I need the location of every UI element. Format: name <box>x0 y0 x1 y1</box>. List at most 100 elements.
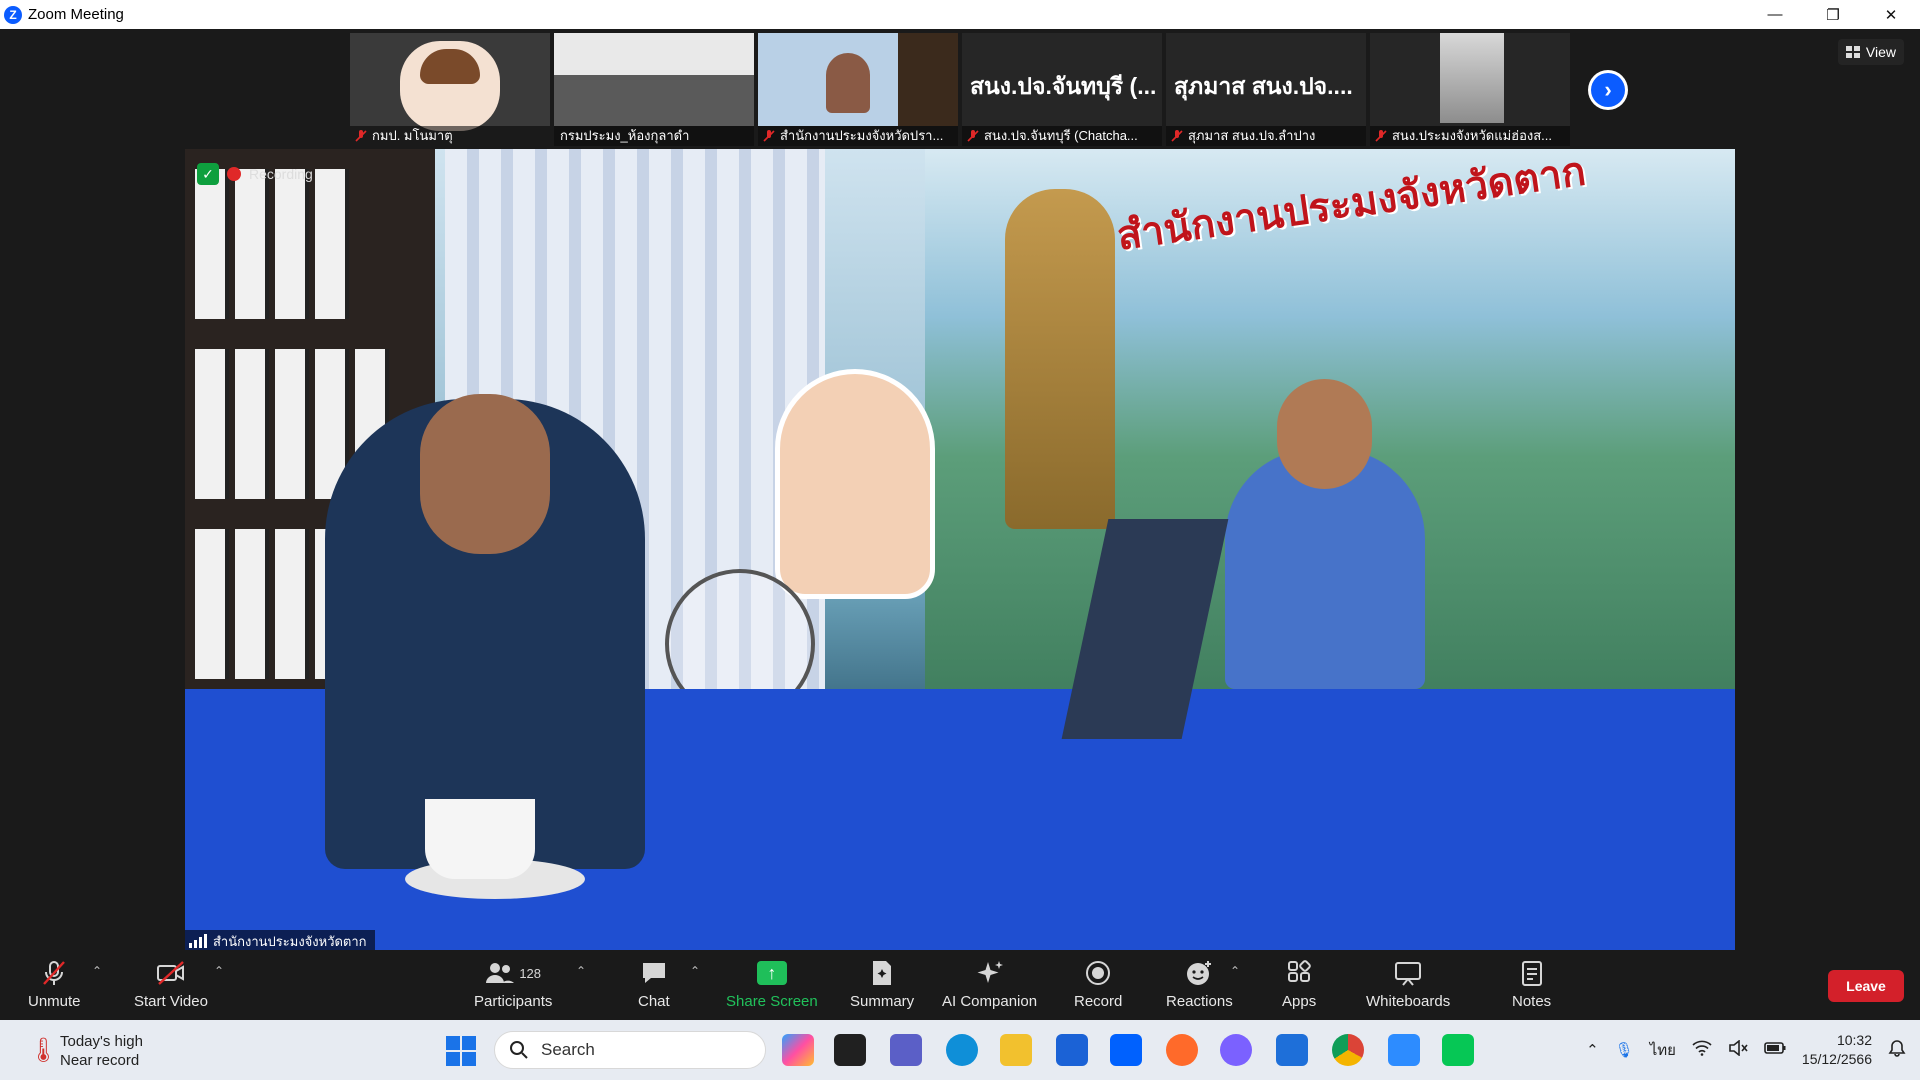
meet-icon[interactable] <box>890 1034 922 1066</box>
participant-name: กรมประมง_ห้องกุลาดำ <box>554 126 754 146</box>
next-page-button[interactable]: › <box>1588 70 1628 110</box>
statue-image <box>1005 189 1115 529</box>
mic-muted-icon <box>1375 130 1387 142</box>
window-title: Zoom Meeting <box>28 6 124 23</box>
shield-app-icon[interactable] <box>1056 1034 1088 1066</box>
line-app-icon[interactable] <box>1442 1034 1474 1066</box>
avatar <box>400 41 500 131</box>
minimize-button[interactable]: — <box>1746 0 1804 29</box>
unmute-button[interactable]: Unmute <box>28 958 81 1010</box>
mic-muted-icon <box>763 130 775 142</box>
start-video-label: Start Video <box>134 993 208 1010</box>
ai-companion-label: AI Companion <box>942 993 1038 1010</box>
participant-display-name: สุภมาส สนง.ปจ.... <box>1174 73 1353 99</box>
shield-icon: ✓ <box>197 163 219 185</box>
title-bar: Z Zoom Meeting — ❐ ✕ <box>0 0 1920 29</box>
participants-count: 128 <box>519 965 542 981</box>
share-screen-button[interactable]: ↑ Share Screen <box>726 958 818 1010</box>
participant-display-name: สนง.ปจ.จันทบุรี (... <box>970 73 1156 99</box>
meeting-area: กมป. มโนมาตุ กรมประมง_ห้องกุลาดำ สำนักงา… <box>0 29 1920 952</box>
dropbox-icon[interactable] <box>1110 1034 1142 1066</box>
recording-label: Recording <box>249 166 313 182</box>
participant-thumbnail[interactable]: กมป. มโนมาตุ <box>350 33 550 146</box>
participants-chevron-icon[interactable]: ⌃ <box>576 964 586 978</box>
meeting-toolbar: Unmute ⌃ Start Video ⌃ 128 Participants … <box>0 950 1920 1020</box>
chevron-right-icon: › <box>1591 73 1625 107</box>
notifications-bell-icon[interactable] <box>1888 1039 1906 1061</box>
taskbar-search-input[interactable]: Search <box>494 1031 766 1069</box>
participant-thumbnail[interactable]: สุภมาส สนง.ปจ.... สุภมาส สนง.ปจ.ลำปาง <box>1166 33 1366 146</box>
chat-chevron-icon[interactable]: ⌃ <box>690 964 700 978</box>
copilot-icon[interactable] <box>782 1034 814 1066</box>
chat-button[interactable]: Chat <box>638 958 670 1010</box>
windows-taskbar: 🌡 Today's high Near record Search ⌃ 🎙 ไท… <box>0 1020 1920 1080</box>
mail-icon[interactable] <box>1276 1034 1308 1066</box>
participants-button[interactable]: 128 Participants <box>474 958 552 1010</box>
zoom-taskbar-icon[interactable] <box>1388 1034 1420 1066</box>
apps-button[interactable]: Apps <box>1282 958 1316 1010</box>
audio-options-chevron-icon[interactable]: ⌃ <box>92 964 102 978</box>
windows-start-icon[interactable] <box>446 1036 476 1066</box>
weather-line-2: Near record <box>60 1052 140 1069</box>
input-language[interactable]: ไทย <box>1650 1038 1676 1062</box>
participant-thumbnail[interactable]: กรมประมง_ห้องกุลาดำ <box>554 33 754 146</box>
record-dot-icon <box>227 167 241 181</box>
clock-time: 10:32 <box>1836 1032 1872 1048</box>
clock-date: 15/12/2566 <box>1801 1051 1872 1067</box>
recording-indicator[interactable]: ✓ Recording <box>197 163 313 185</box>
leave-button[interactable]: Leave <box>1828 970 1904 1002</box>
notes-button[interactable]: Notes <box>1512 958 1551 1010</box>
task-view-icon[interactable] <box>834 1034 866 1066</box>
restore-button[interactable]: ❐ <box>1804 0 1862 29</box>
system-clock[interactable]: 10:32 15/12/2566 <box>1802 1031 1872 1069</box>
apps-icon <box>1285 958 1313 988</box>
search-icon <box>510 1041 528 1059</box>
firefox-icon[interactable] <box>1166 1034 1198 1066</box>
sparkle-icon <box>975 958 1005 988</box>
participant-name: กมป. มโนมาตุ <box>350 126 550 146</box>
speaker-name-tag: สำนักงานประมงจังหวัดตาก <box>185 930 375 952</box>
ai-companion-button[interactable]: AI Companion <box>942 958 1037 1010</box>
chrome-icon[interactable] <box>1332 1034 1364 1066</box>
participants-icon: 128 <box>485 958 541 988</box>
participant-thumbnail[interactable]: สำนักงานประมงจังหวัดปรา... <box>758 33 958 146</box>
video-feed <box>1440 33 1504 123</box>
chevron-up-icon[interactable]: ⌃ <box>1586 1041 1599 1059</box>
volume-muted-icon[interactable] <box>1728 1039 1748 1060</box>
battery-icon[interactable] <box>1764 1041 1786 1059</box>
start-video-button[interactable]: Start Video <box>134 958 208 1010</box>
video-options-chevron-icon[interactable]: ⌃ <box>214 964 224 978</box>
participant-thumbnail[interactable]: สนง.ประมงจังหวัดแม่ฮ่องส... <box>1370 33 1570 146</box>
thermometer-icon: 🌡 <box>28 1037 59 1064</box>
whiteboards-label: Whiteboards <box>1366 993 1451 1010</box>
reactions-chevron-icon[interactable]: ⌃ <box>1230 964 1240 978</box>
apps-label: Apps <box>1282 993 1317 1010</box>
file-explorer-icon[interactable] <box>1000 1034 1032 1066</box>
whiteboards-button[interactable]: Whiteboards <box>1366 958 1450 1010</box>
record-label: Record <box>1074 993 1123 1010</box>
mic-muted-icon <box>967 130 979 142</box>
view-button[interactable]: View <box>1837 39 1904 65</box>
unmute-label: Unmute <box>28 993 81 1010</box>
wifi-icon[interactable] <box>1692 1040 1712 1060</box>
close-button[interactable]: ✕ <box>1862 0 1920 29</box>
video-off-icon <box>155 958 187 988</box>
smiley-icon <box>1185 958 1213 988</box>
edge-browser-icon[interactable] <box>946 1034 978 1066</box>
record-button[interactable]: Record <box>1074 958 1122 1010</box>
participant-person-right <box>1225 379 1425 689</box>
reactions-button[interactable]: Reactions <box>1166 958 1233 1010</box>
copilot-app-icon[interactable] <box>1220 1034 1252 1066</box>
window-controls: — ❐ ✕ <box>1746 0 1920 29</box>
summary-button[interactable]: Summary <box>850 958 914 1010</box>
view-label: View <box>1865 44 1896 60</box>
chat-icon <box>640 958 668 988</box>
active-speaker-video[interactable]: สำนักงานประมงจังหวัดตาก ✓ Recording สำนั… <box>185 149 1735 952</box>
weather-widget[interactable]: 🌡 Today's high Near record <box>28 1032 143 1070</box>
coffee-cup <box>425 799 535 879</box>
share-screen-label: Share Screen <box>726 993 818 1010</box>
microphone-icon[interactable]: 🎙 <box>1615 1041 1634 1059</box>
summary-label: Summary <box>850 993 915 1010</box>
video-feed <box>554 33 754 126</box>
participant-thumbnail[interactable]: สนง.ปจ.จันทบุรี (... สนง.ปจ.จันทบุรี (Ch… <box>962 33 1162 146</box>
